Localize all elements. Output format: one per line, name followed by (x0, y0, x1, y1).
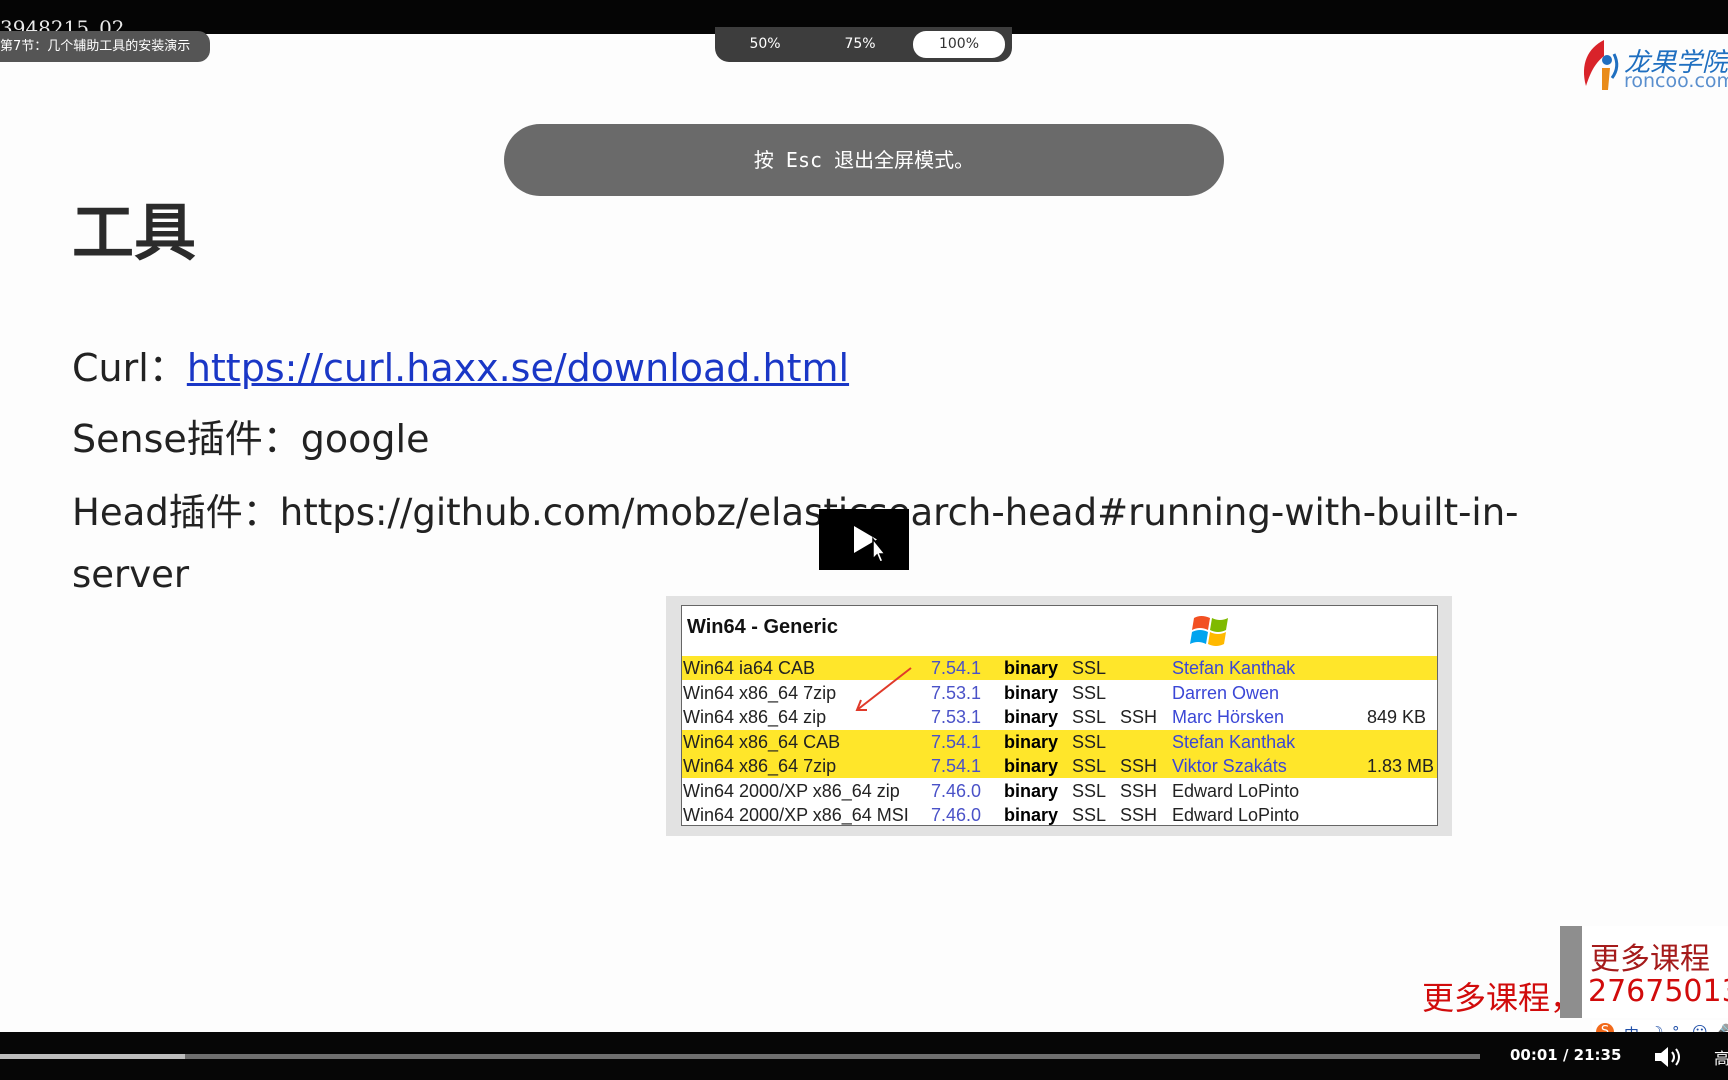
download-cell-size: 849 KB (1367, 707, 1427, 727)
download-cell-author[interactable]: Stefan Kanthak (1172, 730, 1295, 754)
volume-icon[interactable] (1653, 1045, 1687, 1069)
download-cell-type: binary (1004, 756, 1059, 776)
quality-selector[interactable]: 高 (1714, 1045, 1728, 1069)
zoom-option-75[interactable]: 75% (820, 31, 900, 58)
sense-label: Sense插件： (72, 417, 301, 461)
promo-text: 更多课程， (1422, 979, 1583, 1017)
fullscreen-toast: 按 Esc 退出全屏模式。 (504, 124, 1224, 196)
download-cell-size: 1.83 MB (1367, 756, 1435, 776)
head-line-continued: server (72, 553, 190, 596)
head-line: Head插件：https://github.com/mobz/elasticse… (72, 494, 1519, 531)
download-cell-version: 7.53.1 (931, 707, 982, 727)
download-cell-name[interactable]: Win64 2000/XP x86_64 zip (683, 779, 900, 803)
download-cell-ssl: SSL (1072, 731, 1107, 752)
zoom-selector: 50% 75% 100% (715, 27, 1012, 62)
download-row: Win64 x86_64 7zip 7.53.1 binary SSL Darren O… (682, 681, 1437, 705)
promo-box: 更多课程 27675013( (1560, 926, 1728, 1018)
download-cell-author[interactable]: Viktor Szakáts (1172, 754, 1287, 778)
promo-box-line1: 更多课程 (1590, 942, 1710, 977)
download-table: Win64 - Generic Win64 ia64 CAB 7.54.1 bina… (681, 605, 1438, 826)
promo-box-number: 27675013( (1588, 974, 1728, 1009)
download-cell-name[interactable]: Win64 x86_64 CAB (683, 730, 840, 754)
logo-domain: roncoo.com (1624, 70, 1728, 92)
download-cell-ssl: SSL (1072, 805, 1107, 825)
download-cell-ssl: SSL (1072, 658, 1107, 678)
download-cell-ssl: SSL (1072, 756, 1107, 776)
download-cell-name[interactable]: Win64 2000/XP x86_64 MSI (683, 803, 909, 827)
download-row: Win64 x86_64 zip 7.53.1 binary SSL SSH Marc H… (682, 705, 1437, 729)
red-annotation-arrow (855, 667, 912, 711)
download-cell-ssh: SSH (1120, 780, 1158, 801)
play-button[interactable] (819, 509, 909, 570)
download-cell-version: 7.54.1 (931, 658, 982, 678)
download-cell-author[interactable]: Darren Owen (1172, 681, 1279, 705)
roncoo-logo: 龙果学院 roncoo.com (1574, 34, 1728, 98)
time-display: 00:01 / 21:35 (1510, 1046, 1622, 1064)
play-icon (854, 526, 887, 563)
progress-bar[interactable] (0, 1054, 1480, 1059)
download-row: Win64 x86_64 7zip 7.54.1 binary SSL SSH Vikto… (682, 754, 1437, 778)
download-cell-ssl: SSL (1072, 682, 1107, 703)
download-cell-type: binary (1004, 707, 1059, 727)
download-cell-ssh: SSH (1120, 805, 1158, 825)
download-cell-version: 7.54.1 (931, 731, 982, 752)
download-row: Win64 2000/XP x86_64 MSI 7.46.0 binary SSL S… (682, 803, 1437, 827)
download-row: Win64 ia64 CAB 7.54.1 binary SSL Stefan Kant… (682, 656, 1437, 680)
download-cell-ssh: SSH (1120, 756, 1158, 776)
download-cell-version: 7.53.1 (931, 682, 982, 703)
download-cell-type: binary (1004, 682, 1059, 703)
download-cell-ssh: SSH (1120, 707, 1158, 727)
download-cell-name[interactable]: Win64 x86_64 7zip (683, 681, 836, 705)
download-cell-ssl: SSL (1072, 780, 1107, 801)
download-cell-author[interactable]: Edward LoPinto (1172, 779, 1299, 803)
download-cell-version: 7.46.0 (931, 805, 982, 825)
download-cell-author[interactable]: Stefan Kanthak (1172, 656, 1295, 680)
download-cell-type: binary (1004, 805, 1059, 825)
download-cell-name[interactable]: Win64 x86_64 zip (683, 705, 826, 729)
curl-download-screenshot: Win64 - Generic Win64 ia64 CAB 7.54.1 bina… (666, 596, 1452, 836)
windows-logo-icon (1190, 616, 1228, 646)
roncoo-logo-icon (1584, 40, 1619, 90)
download-cell-type: binary (1004, 780, 1059, 801)
download-cell-type: binary (1004, 658, 1059, 678)
sense-value: google (300, 417, 430, 461)
head-label: Head插件： (72, 491, 280, 534)
download-cell-author[interactable]: Edward LoPinto (1172, 803, 1299, 827)
lesson-title-pill: 第7节：几个辅助工具的安装演示 (0, 31, 210, 62)
download-cell-version: 7.46.0 (931, 780, 982, 801)
zoom-option-100[interactable]: 100% (913, 31, 1005, 58)
download-cell-ssl: SSL (1072, 707, 1107, 727)
zoom-option-50[interactable]: 50% (725, 31, 805, 58)
download-cell-name[interactable]: Win64 x86_64 7zip (683, 754, 836, 778)
download-cell-version: 7.54.1 (931, 756, 982, 776)
download-cell-author[interactable]: Marc Hörsken (1172, 705, 1284, 729)
curl-line: Curl：https://curl.haxx.se/download.html (72, 349, 849, 387)
curl-label: Curl： (72, 346, 187, 390)
sense-line: Sense插件：google (72, 420, 429, 458)
player-control-bar: 00:01 / 21:35 高 (0, 1032, 1728, 1080)
download-row: Win64 x86_64 CAB 7.54.1 binary SSL Stefan Ka… (682, 729, 1437, 754)
download-row: Win64 2000/XP x86_64 zip 7.46.0 binary SSL S… (682, 779, 1437, 803)
progress-buffered (0, 1054, 185, 1059)
curl-download-link[interactable]: https://curl.haxx.se/download.html (187, 346, 849, 390)
download-cell-type: binary (1004, 731, 1059, 752)
download-table-title: Win64 - Generic (687, 616, 838, 638)
slide-title: 工具 (72, 196, 197, 269)
download-cell-name[interactable]: Win64 ia64 CAB (683, 656, 815, 680)
